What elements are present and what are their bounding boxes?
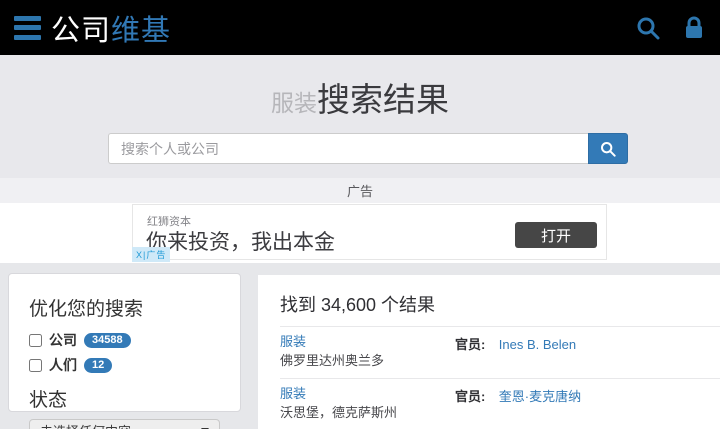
officer-role-label: 官员:: [455, 337, 486, 352]
ad-choices-badge[interactable]: X|广告: [132, 247, 171, 262]
ad-creative[interactable]: 红狮资本 你来投资，我出本金 打开 X|广告: [132, 204, 607, 262]
company-location: 佛罗里达州奥兰多: [280, 352, 385, 368]
hamburger-menu-icon[interactable]: [14, 15, 41, 40]
results-list: 服装 佛罗里达州奥兰多 官员: Ines B. Belen 服装 沃思堡，德克萨…: [280, 326, 720, 429]
result-officers-cell: 官员: Ines B. Belen: [455, 333, 720, 371]
table-row: 服装 沃思堡，德克萨斯州 官员: 奎恩·麦克唐纳: [280, 377, 720, 429]
page-title-query: 服装: [271, 90, 317, 116]
officer-link[interactable]: 奎恩·麦克唐纳: [499, 389, 581, 404]
page-title: 服装搜索结果: [0, 73, 720, 121]
result-officers-cell: 官员: 奎恩·麦克唐纳: [455, 385, 720, 423]
filter-count-badge: 12: [84, 357, 113, 373]
filter-list: 公司 34588 人们 12: [29, 330, 220, 375]
company-link[interactable]: 服装: [280, 333, 306, 352]
table-row: 服装 佛罗里达州奥兰多 官员: Ines B. Belen: [280, 326, 720, 378]
filter-label: 人们: [49, 357, 77, 373]
status-title: 状态: [29, 390, 68, 411]
search-button-icon: [601, 141, 616, 157]
results-panel: 找到 34,600 个结果 服装 佛罗里达州奥兰多 官员: Ines B. Be…: [258, 275, 720, 429]
brand-text-blue: 维基: [111, 14, 172, 47]
hero-section: 服装搜索结果: [0, 55, 720, 178]
results-summary: 找到 34,600 个结果: [280, 295, 436, 315]
ad-label-band: 广告: [0, 178, 720, 203]
filter-checkbox[interactable]: [29, 333, 42, 347]
ad-label: 广告: [346, 184, 373, 199]
search-button[interactable]: [588, 133, 628, 164]
search-input[interactable]: [108, 133, 588, 164]
status-dropdown-value: 未选择任何内容: [40, 421, 201, 429]
filter-label: 公司: [49, 332, 77, 348]
filter-checkbox[interactable]: [29, 358, 42, 372]
officer-link[interactable]: Ines B. Belen: [499, 337, 576, 352]
page-title-text: 搜索结果: [317, 81, 449, 118]
officer-links: Ines B. Belen: [499, 336, 576, 353]
brand-logo[interactable]: 公司维基: [51, 7, 171, 49]
result-company-cell: 服装 沃思堡，德克萨斯州: [280, 385, 455, 423]
ad-headline: 你来投资，我出本金: [146, 231, 335, 254]
search-bar: [108, 133, 628, 164]
ad-open-button[interactable]: 打开: [515, 222, 597, 248]
officer-role-label: 官员:: [455, 388, 486, 404]
filter-count-badge: 34588: [84, 332, 131, 348]
refine-search-panel: 优化您的搜索 公司 34588 人们 12 状态 未选择任何内容: [8, 273, 241, 429]
officer-links: 奎恩·麦克唐纳: [499, 388, 581, 405]
company-location: 沃思堡，德克萨斯州: [280, 404, 398, 420]
company-link[interactable]: 服装: [280, 385, 306, 404]
brand-text-white: 公司: [51, 14, 112, 47]
refine-search-title: 优化您的搜索: [29, 299, 144, 320]
filter-checkbox-row[interactable]: 人们 12: [29, 355, 220, 375]
filter-checkbox-row[interactable]: 公司 34588: [29, 330, 220, 350]
ad-band: 红狮资本 你来投资，我出本金 打开 X|广告: [0, 203, 720, 263]
top-navigation-bar: 公司维基: [0, 0, 720, 55]
result-company-cell: 服装 佛罗里达州奥兰多: [280, 333, 455, 371]
lock-icon[interactable]: [682, 16, 706, 40]
search-icon[interactable]: [636, 16, 660, 40]
status-dropdown[interactable]: 未选择任何内容: [29, 419, 220, 429]
